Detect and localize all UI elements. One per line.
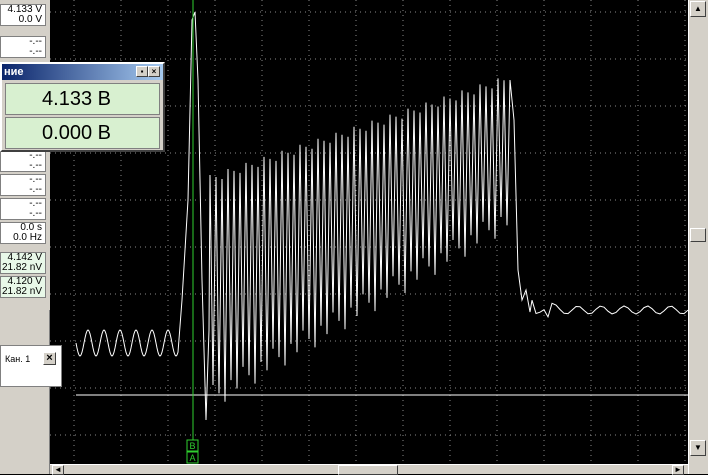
readout-cell: 4.133 V 0.0 V <box>0 4 46 26</box>
scroll-down-button[interactable]: ▼ <box>690 440 706 456</box>
readout-value: -.-- <box>29 160 42 171</box>
readout-value: 21.82 nV <box>1 262 42 273</box>
cursor-b-label: B <box>189 441 195 451</box>
vertical-scrollbar[interactable]: ▲ ▼ <box>688 0 708 474</box>
measurement-window[interactable]: ние ▪ × 4.133 В 0.000 В <box>0 62 165 152</box>
readout-value: 0.0 V <box>18 14 42 25</box>
value-a-display: 4.133 В <box>5 83 160 115</box>
readout-value: -.-- <box>29 208 42 219</box>
readout-cell: -.-- -.-- <box>0 174 46 196</box>
readout-cell: 4.120 V 21.82 nV <box>0 276 46 298</box>
window-title-text: ние <box>4 66 24 78</box>
cursor-a-label: A <box>189 453 195 463</box>
readout-cell: 4.142 V 21.82 nV <box>0 252 46 274</box>
readout-cell: -.-- -.-- <box>0 36 46 58</box>
value-b-display: 0.000 В <box>5 117 160 149</box>
readout-value: -.-- <box>29 46 42 57</box>
channel-label: Кан. 1 <box>5 354 31 364</box>
channel-tag[interactable]: Кан. 1 × <box>0 345 62 387</box>
panel-background <box>0 310 50 474</box>
minimize-button[interactable]: ▪ <box>136 66 148 77</box>
readout-value: 0.0 Hz <box>13 232 42 243</box>
horizontal-scrollbar[interactable]: ◄ ► <box>50 464 688 475</box>
close-button[interactable]: × <box>148 66 160 77</box>
readout-cell: -.-- -.-- <box>0 150 46 172</box>
measurement-window-title[interactable]: ние ▪ × <box>2 64 163 80</box>
scroll-up-button[interactable]: ▲ <box>690 1 706 17</box>
readout-value: -.-- <box>29 184 42 195</box>
readout-cell: 0.0 s 0.0 Hz <box>0 222 46 244</box>
scroll-thumb[interactable] <box>690 228 706 242</box>
readout-cell: -.-- -.-- <box>0 198 46 220</box>
channel-close-button[interactable]: × <box>43 352 56 365</box>
readout-value: 21.82 nV <box>1 286 42 297</box>
